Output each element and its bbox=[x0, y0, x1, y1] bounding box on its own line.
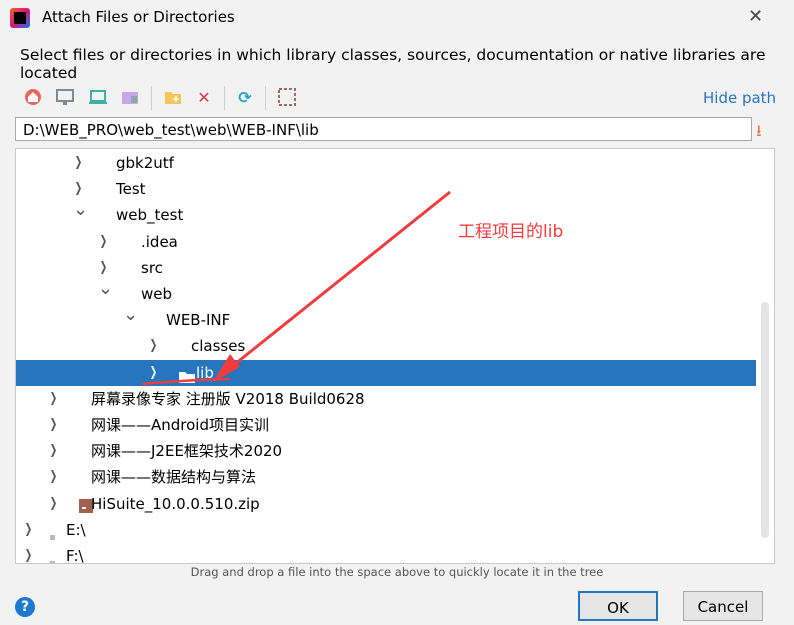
annotation-arrow bbox=[141, 190, 451, 386]
